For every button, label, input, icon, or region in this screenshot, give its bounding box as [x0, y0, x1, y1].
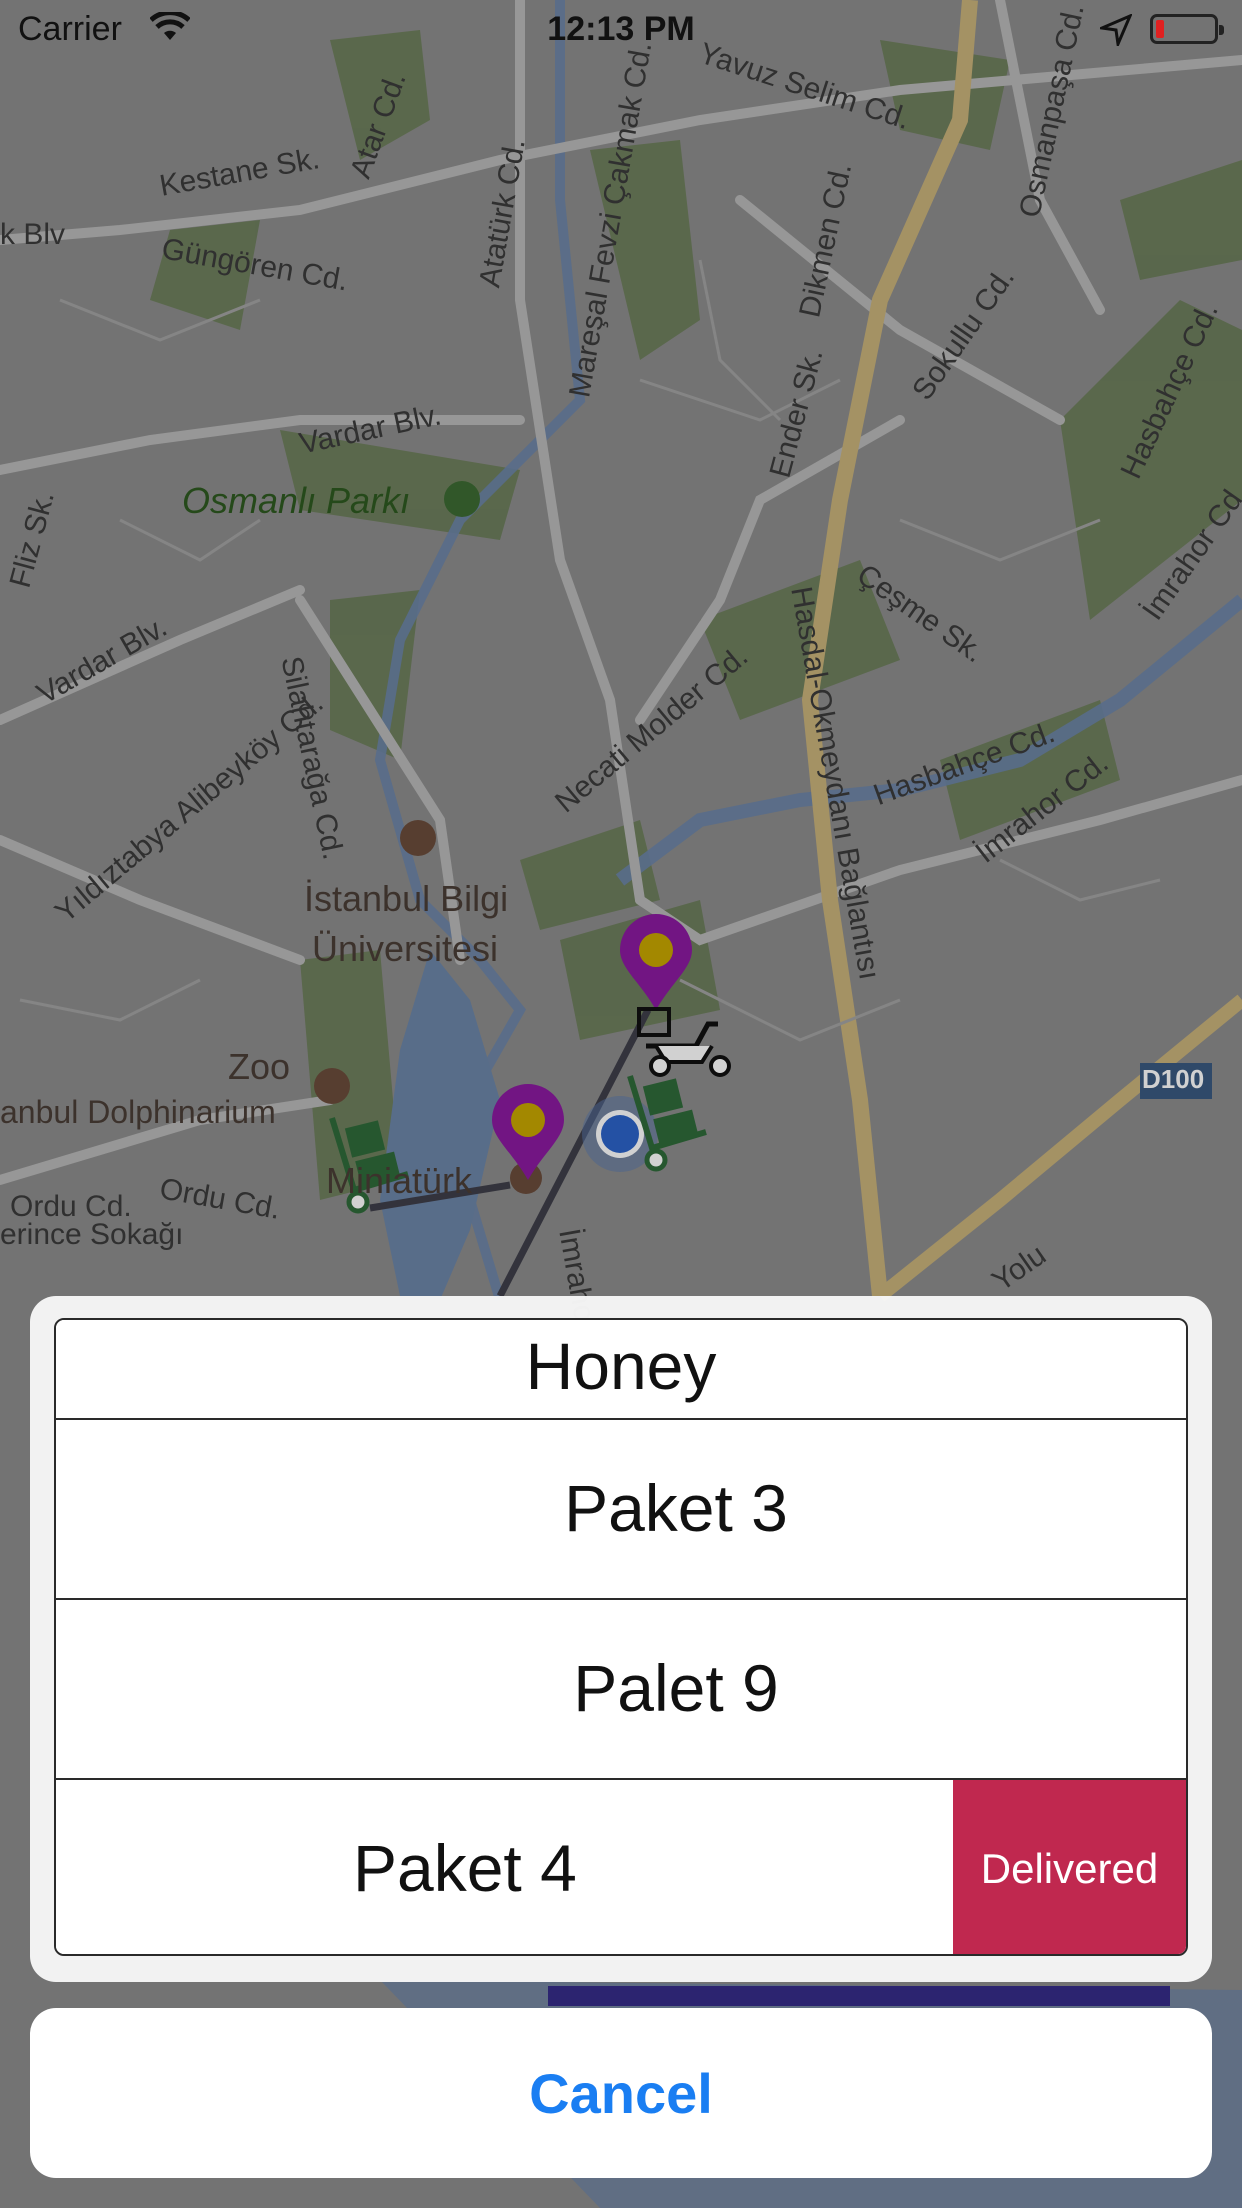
bottom-panel-strip [548, 1986, 1170, 2006]
status-bar: Carrier 12:13 PM [0, 0, 1242, 60]
cancel-button[interactable]: Cancel [30, 2008, 1212, 2178]
clock-label: 12:13 PM [547, 10, 695, 48]
list-item[interactable]: Paket 4 Delivered [56, 1780, 1186, 1954]
delivered-button[interactable]: Delivered [953, 1780, 1186, 1954]
list-item-label: Paket 3 [564, 1471, 788, 1545]
action-sheet: Honey Paket 3 Palet 9 Paket 4 Delivered [30, 1296, 1212, 1982]
location-arrow-icon [1100, 14, 1132, 46]
list-item-label: Honey [525, 1329, 717, 1403]
list-item[interactable]: Honey [56, 1320, 1186, 1420]
list-item[interactable]: Paket 3 [56, 1420, 1186, 1600]
list-item-label: Palet 9 [573, 1651, 779, 1725]
list-item[interactable]: Palet 9 [56, 1600, 1186, 1780]
battery-icon [1150, 14, 1224, 44]
package-list[interactable]: Honey Paket 3 Palet 9 Paket 4 Delivered [54, 1318, 1188, 1956]
